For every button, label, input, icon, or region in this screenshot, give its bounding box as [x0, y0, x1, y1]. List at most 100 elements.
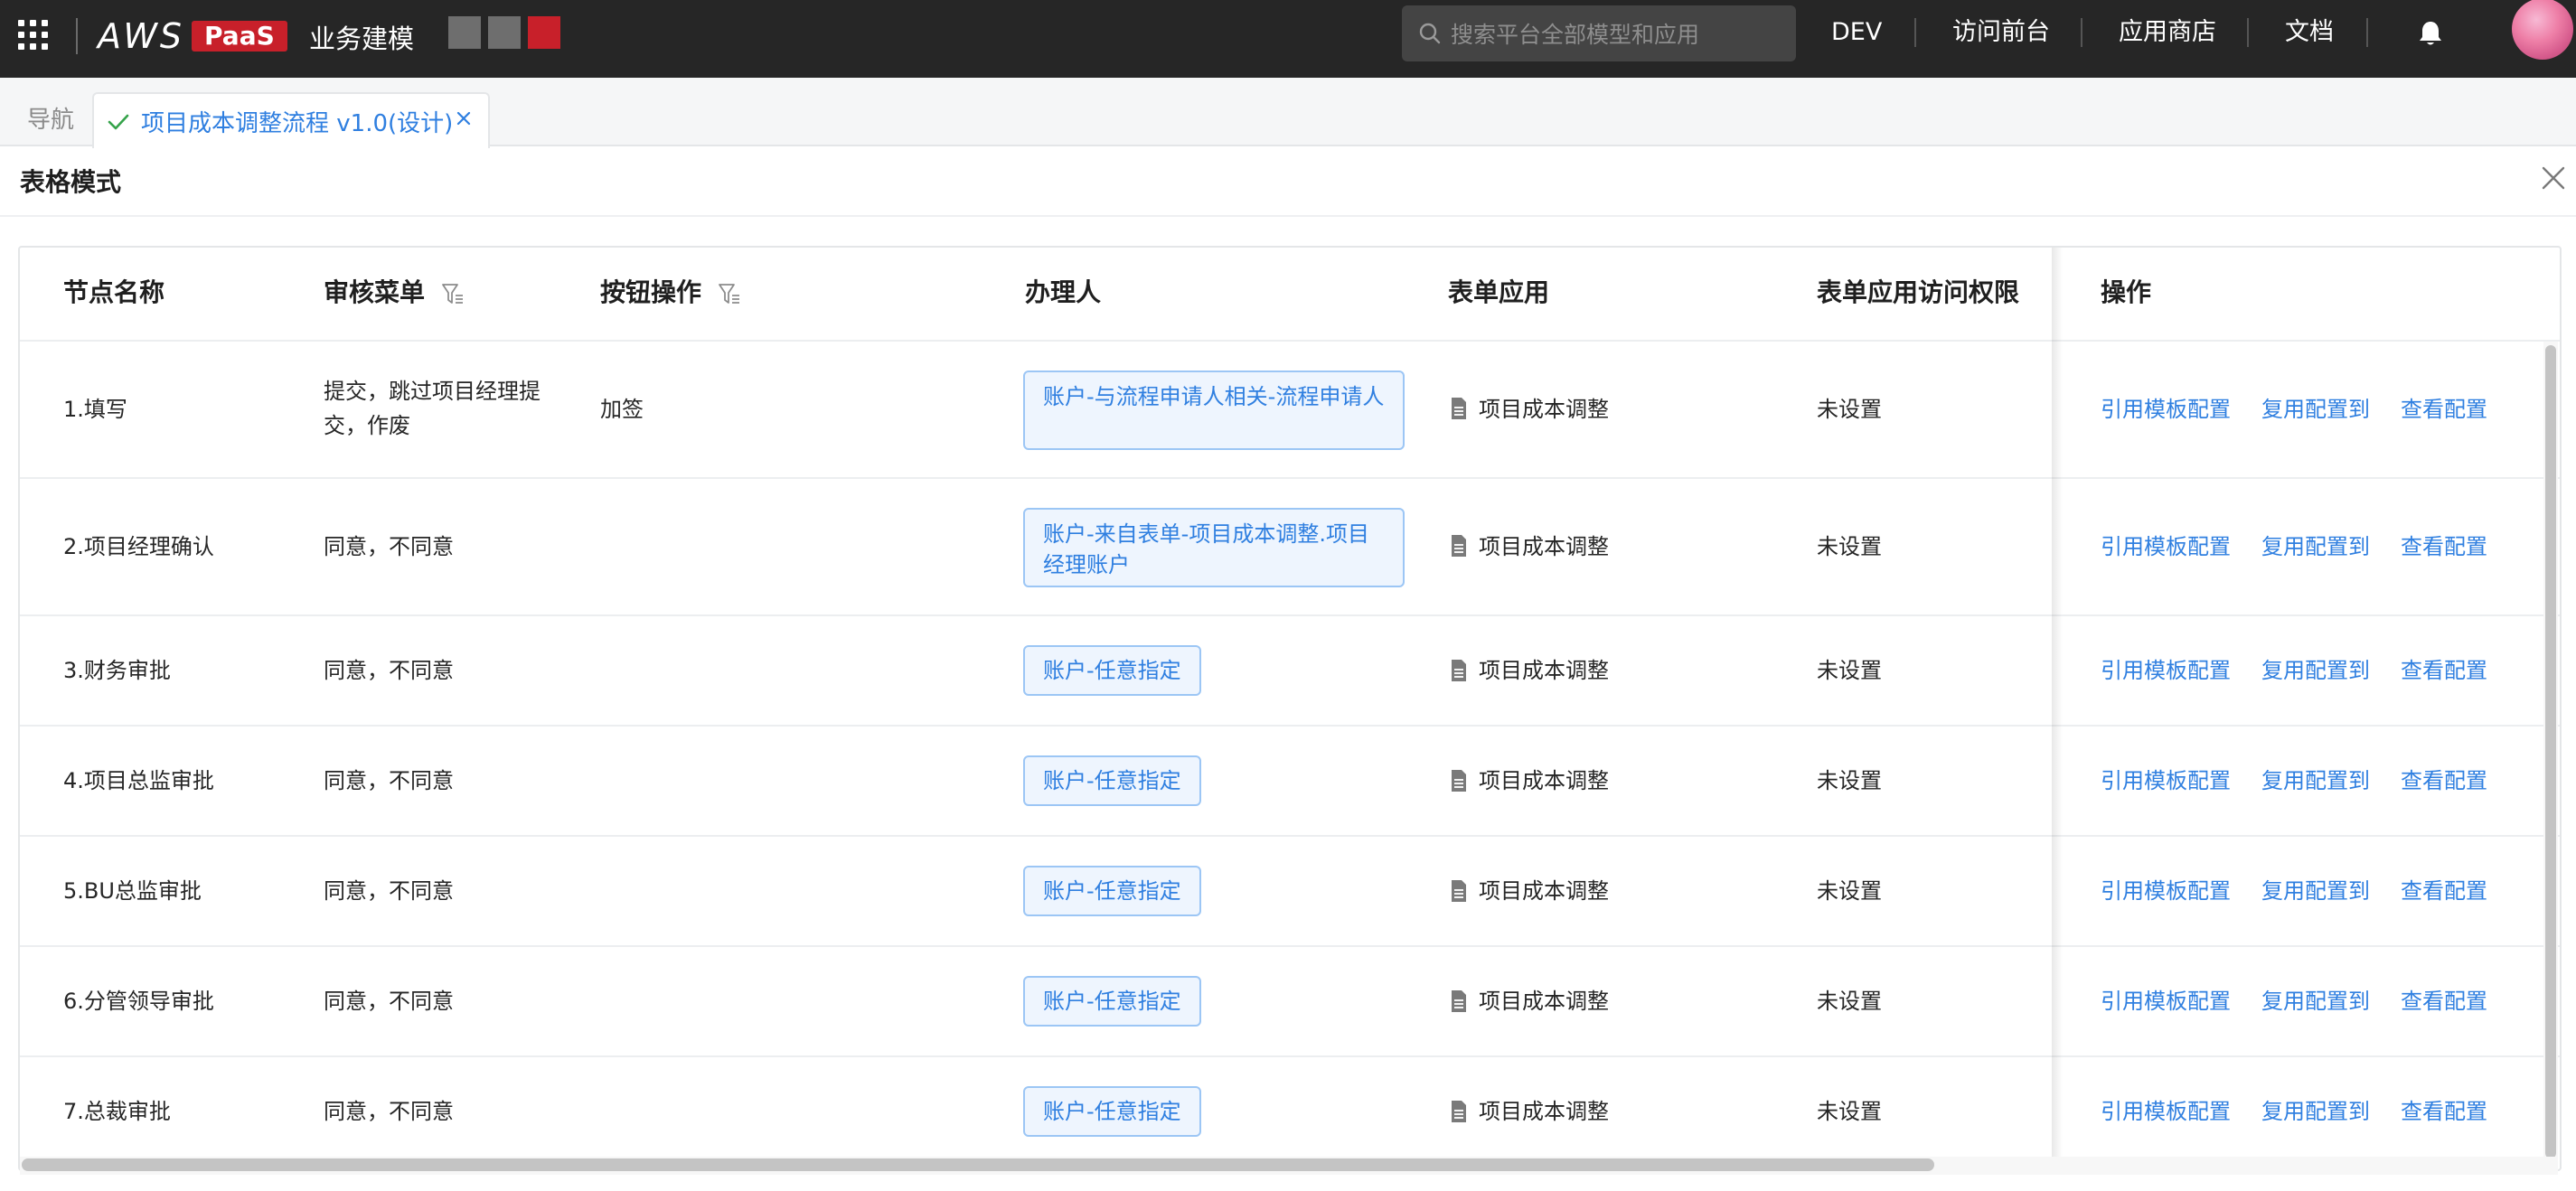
- document-icon: [1452, 990, 1466, 1012]
- close-icon[interactable]: [2540, 164, 2567, 192]
- global-search-box[interactable]: [1402, 5, 1796, 63]
- handler-tag[interactable]: 账户-来自表单-项目成本调整.项目经理账户: [1023, 508, 1405, 587]
- reference-template-link[interactable]: 引用模板配置: [2101, 874, 2231, 908]
- form-access: 未设置: [1817, 534, 1882, 559]
- document-icon: [1452, 660, 1466, 681]
- filter-icon[interactable]: [441, 280, 465, 307]
- form-access: 未设置: [1817, 1099, 1882, 1124]
- top-bar: AWS PaaS 业务建模 DEV 访问前台 应用商店 文档: [0, 0, 2576, 78]
- theme-square-gray-1[interactable]: [448, 16, 481, 49]
- row-divider: [20, 945, 2560, 947]
- header-divider: [20, 340, 2560, 342]
- nav-divider: [2081, 18, 2082, 47]
- reference-template-link[interactable]: 引用模板配置: [2101, 392, 2231, 427]
- view-config-link[interactable]: 查看配置: [2401, 530, 2487, 564]
- handler-tag[interactable]: 账户-与流程申请人相关-流程申请人: [1023, 370, 1405, 450]
- node-name: 5.BU总监审批: [63, 878, 202, 904]
- audit-menu: 同意，不同意: [324, 989, 454, 1014]
- view-config-link[interactable]: 查看配置: [2401, 984, 2487, 1018]
- reference-template-link[interactable]: 引用模板配置: [2101, 984, 2231, 1018]
- row-divider: [20, 1055, 2560, 1057]
- nav-visit-frontend[interactable]: 访问前台: [1952, 16, 2050, 49]
- vertical-scrollbar[interactable]: [2545, 345, 2556, 1158]
- form-app: 项目成本调整: [1479, 397, 1609, 422]
- nav-app-store[interactable]: 应用商店: [2119, 16, 2216, 49]
- nav-divider: [2247, 18, 2249, 47]
- logo-paas-badge: PaaS: [192, 21, 287, 52]
- reference-template-link[interactable]: 引用模板配置: [2101, 1094, 2231, 1129]
- close-icon[interactable]: [454, 108, 474, 128]
- divider: [0, 215, 2576, 217]
- handler-tag[interactable]: 账户-任意指定: [1023, 645, 1201, 696]
- document-icon: [1452, 770, 1466, 792]
- fixed-column-shadow: [2052, 248, 2063, 1169]
- horizontal-scrollbar[interactable]: [22, 1158, 1934, 1171]
- row-divider: [20, 614, 2560, 616]
- form-access: 未设置: [1817, 989, 1882, 1014]
- apps-grid-icon[interactable]: [18, 20, 49, 51]
- form-access: 未设置: [1817, 768, 1882, 793]
- audit-menu: 同意，不同意: [324, 768, 454, 793]
- nav-dev[interactable]: DEV: [1831, 16, 1882, 49]
- nav-docs[interactable]: 文档: [2285, 16, 2334, 49]
- reference-template-link[interactable]: 引用模板配置: [2101, 530, 2231, 564]
- row-divider: [20, 835, 2560, 837]
- search-input[interactable]: [1449, 5, 1787, 63]
- bell-icon[interactable]: [2415, 18, 2446, 49]
- reuse-config-link[interactable]: 复用配置到: [2261, 764, 2370, 798]
- theme-square-red[interactable]: [528, 16, 560, 49]
- reuse-config-link[interactable]: 复用配置到: [2261, 984, 2370, 1018]
- check-icon: [108, 114, 129, 130]
- row-divider: [20, 725, 2560, 727]
- audit-menu: 同意，不同意: [324, 1099, 454, 1124]
- form-app: 项目成本调整: [1479, 989, 1609, 1014]
- handler-tag[interactable]: 账户-任意指定: [1023, 866, 1201, 916]
- divider: [76, 18, 78, 54]
- form-access: 未设置: [1817, 658, 1882, 683]
- document-icon: [1452, 880, 1466, 902]
- app-title: 业务建模: [309, 23, 415, 54]
- reuse-config-link[interactable]: 复用配置到: [2261, 874, 2370, 908]
- view-config-link[interactable]: 查看配置: [2401, 764, 2487, 798]
- form-app: 项目成本调整: [1479, 878, 1609, 904]
- filter-icon[interactable]: [718, 280, 741, 307]
- document-icon: [1452, 535, 1466, 557]
- row-divider: [20, 477, 2560, 479]
- form-access: 未设置: [1817, 397, 1882, 422]
- node-name: 1.填写: [63, 397, 127, 422]
- avatar[interactable]: [2512, 0, 2573, 60]
- reuse-config-link[interactable]: 复用配置到: [2261, 1094, 2370, 1129]
- reuse-config-link[interactable]: 复用配置到: [2261, 392, 2370, 427]
- form-app: 项目成本调整: [1479, 534, 1609, 559]
- node-name: 3.财务审批: [63, 658, 171, 683]
- reference-template-link[interactable]: 引用模板配置: [2101, 764, 2231, 798]
- logo-aws-text: AWS: [98, 16, 185, 56]
- column-header-actions: 操作: [2101, 277, 2152, 307]
- nav-divider: [2366, 18, 2368, 47]
- tab-process-design[interactable]: 项目成本调整流程 v1.0(设计): [92, 92, 490, 148]
- reuse-config-link[interactable]: 复用配置到: [2261, 530, 2370, 564]
- aws-paas-logo[interactable]: AWS PaaS: [98, 18, 287, 54]
- view-config-link[interactable]: 查看配置: [2401, 653, 2487, 688]
- handler-tag[interactable]: 账户-任意指定: [1023, 976, 1201, 1027]
- handler-tag[interactable]: 账户-任意指定: [1023, 1086, 1201, 1137]
- theme-square-gray-2[interactable]: [488, 16, 521, 49]
- reference-template-link[interactable]: 引用模板配置: [2101, 653, 2231, 688]
- reuse-config-link[interactable]: 复用配置到: [2261, 653, 2370, 688]
- view-config-link[interactable]: 查看配置: [2401, 874, 2487, 908]
- node-name: 2.项目经理确认: [63, 534, 214, 559]
- nav-divider: [1914, 18, 1916, 47]
- form-app: 项目成本调整: [1479, 1099, 1609, 1124]
- search-icon: [1419, 23, 1441, 44]
- tab-navigation[interactable]: 导航: [27, 101, 74, 135]
- column-header-handler: 办理人: [1025, 277, 1102, 307]
- view-config-link[interactable]: 查看配置: [2401, 1094, 2487, 1129]
- handler-tag[interactable]: 账户-任意指定: [1023, 755, 1201, 806]
- node-name: 7.总裁审批: [63, 1099, 171, 1124]
- document-icon: [1452, 398, 1466, 419]
- column-header-label: 按钮操作: [600, 277, 702, 307]
- audit-menu: 同意，不同意: [324, 534, 454, 559]
- page-title: 表格模式: [20, 167, 122, 197]
- audit-menu: 同意，不同意: [324, 878, 454, 904]
- view-config-link[interactable]: 查看配置: [2401, 392, 2487, 427]
